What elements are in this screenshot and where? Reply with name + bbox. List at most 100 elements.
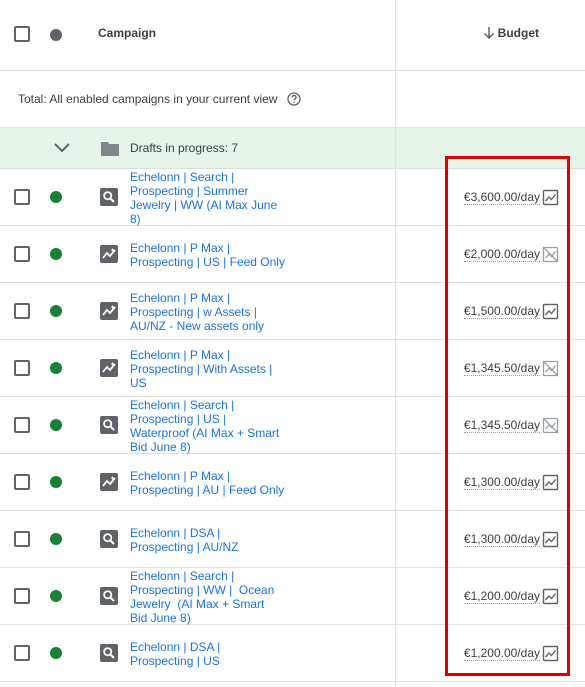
row-checkbox[interactable] [14, 474, 30, 490]
campaign-name-line: Prospecting | w Assets | [130, 305, 257, 319]
total-row: Total: All enabled campaigns in your cur… [0, 71, 585, 128]
pmax-icon [99, 301, 119, 321]
campaign-row: Echelonn | P Max | Prospecting | With Ass… [0, 340, 585, 397]
budget-value[interactable]: €1,345.50/day [463, 361, 540, 376]
campaign-name-link[interactable]: Echelonn | P Max | Prospecting | AU | Fee… [130, 469, 285, 497]
trend-chart-off-icon[interactable] [542, 417, 559, 434]
campaign-name-line: Echelonn | Search | [130, 170, 235, 184]
select-all-checkbox[interactable] [14, 26, 30, 42]
help-icon[interactable] [287, 92, 301, 106]
status-enabled-dot[interactable] [50, 476, 62, 488]
trend-chart-icon[interactable] [542, 474, 559, 491]
campaign-name-line: Prospecting | With Assets | [130, 362, 273, 376]
campaign-name-line: Prospecting | Summer [130, 184, 249, 198]
campaign-row: Echelonn | DSA | Prospecting | US €1,200.0… [0, 625, 585, 682]
campaign-name-link[interactable]: Echelonn | Search | Prospecting | Summer J… [130, 170, 285, 226]
campaign-name-line: Echelonn | P Max | [130, 348, 231, 362]
campaign-name-line: Jewelry | WW (AI Max June [130, 198, 278, 212]
campaign-row: Echelonn | Search | Prospecting | WW | Oc… [0, 568, 585, 625]
folder-icon [101, 142, 119, 156]
row-checkbox[interactable] [14, 189, 30, 205]
campaign-name-line: US [130, 376, 147, 390]
campaign-name-line: Prospecting | AU/NZ [130, 540, 239, 554]
campaign-name-link[interactable]: Echelonn | Search | Prospecting | WW | Oc… [130, 569, 285, 625]
search-icon [99, 415, 119, 435]
campaign-name-line: Echelonn | P Max | [130, 291, 231, 305]
campaign-row: Echelonn | Search | Prospecting | Summer J… [0, 169, 585, 226]
status-enabled-dot[interactable] [50, 590, 62, 602]
campaign-name-line: Bid June 8) [130, 611, 191, 625]
status-enabled-dot[interactable] [50, 419, 62, 431]
row-checkbox[interactable] [14, 303, 30, 319]
campaign-name-line: Prospecting | US [130, 654, 220, 668]
row-checkbox[interactable] [14, 417, 30, 433]
table-header: Campaign Budget [0, 0, 585, 71]
trend-chart-icon[interactable] [542, 189, 559, 206]
campaign-row: Echelonn | Search | Prospecting | US | Wat… [0, 397, 585, 454]
campaign-name-link[interactable]: Echelonn | P Max | Prospecting | w Assets… [130, 291, 285, 333]
campaign-name-line: Prospecting | US | [130, 412, 227, 426]
campaign-row: Echelonn | P Max | Prospecting | w Assets… [0, 283, 585, 340]
campaign-name-line: AU/NZ - New assets only [130, 319, 265, 333]
budget-value[interactable]: €1,200.00/day [463, 646, 540, 661]
budget-value[interactable]: €1,200.00/day [463, 589, 540, 604]
campaign-name-line: Echelonn | P Max | [130, 469, 231, 483]
trend-chart-off-icon[interactable] [542, 360, 559, 377]
budget-value[interactable]: €3,600.00/day [463, 190, 540, 205]
trend-chart-icon[interactable] [542, 645, 559, 662]
campaign-row: Echelonn | P Max | Prospecting | AU | Fee… [0, 454, 585, 511]
campaign-name-line: Prospecting | US | Feed Only [130, 255, 285, 269]
sort-descending-icon[interactable] [482, 26, 496, 40]
row-checkbox[interactable] [14, 531, 30, 547]
row-checkbox[interactable] [14, 645, 30, 661]
campaign-column-header[interactable]: Campaign [98, 26, 156, 40]
budget-value[interactable]: €1,300.00/day [463, 475, 540, 490]
campaign-name-line: Prospecting | WW | Ocean [130, 583, 275, 597]
campaign-name-link[interactable]: Echelonn | P Max | Prospecting | US | Fee… [130, 241, 285, 269]
status-enabled-dot[interactable] [50, 533, 62, 545]
campaign-name-link[interactable]: Echelonn | P Max | Prospecting | With Ass… [130, 348, 285, 390]
budget-value[interactable]: €1,345.50/day [463, 418, 540, 433]
status-enabled-dot[interactable] [50, 191, 62, 203]
campaign-name-line: Jewelry (AI Max + Smart [130, 597, 265, 611]
status-enabled-dot[interactable] [50, 647, 62, 659]
search-icon [99, 187, 119, 207]
total-row-label: Total: All enabled campaigns in your cur… [18, 92, 278, 106]
campaign-name-line: Echelonn | P Max | [130, 241, 231, 255]
pmax-icon [99, 244, 119, 264]
campaign-name-line: Echelonn | Search | [130, 569, 235, 583]
row-checkbox[interactable] [14, 360, 30, 376]
campaign-name-link[interactable]: Echelonn | Search | Prospecting | US | Wat… [130, 398, 285, 454]
campaign-row: Echelonn | DSA | Prospecting | AU/NZ €1,30… [0, 511, 585, 568]
campaign-name-line: Echelonn | Search | [130, 398, 235, 412]
pmax-icon [99, 358, 119, 378]
campaign-name-line: Echelonn | DSA | [130, 526, 221, 540]
status-enabled-dot[interactable] [50, 305, 62, 317]
campaign-name-line: Bid June 8) [130, 440, 191, 454]
status-enabled-dot[interactable] [50, 248, 62, 260]
trend-chart-off-icon[interactable] [542, 246, 559, 263]
status-column-header[interactable] [50, 29, 62, 41]
budget-value[interactable]: €1,500.00/day [463, 304, 540, 319]
search-icon [99, 586, 119, 606]
trend-chart-icon[interactable] [542, 531, 559, 548]
campaign-row: Echelonn | P Max | Prospecting | US | Fee… [0, 226, 585, 283]
campaign-name-line: Prospecting | AU | Feed Only [130, 483, 285, 497]
row-checkbox[interactable] [14, 588, 30, 604]
campaign-name-link[interactable]: Echelonn | DSA | Prospecting | US [130, 640, 285, 668]
trend-chart-icon[interactable] [542, 588, 559, 605]
campaign-name-line: Waterproof (AI Max + Smart [130, 426, 280, 440]
budget-value[interactable]: €2,000.00/day [463, 247, 540, 262]
campaign-name-link[interactable]: Echelonn | DSA | Prospecting | AU/NZ [130, 526, 285, 554]
budget-column-header[interactable]: Budget [498, 26, 539, 40]
campaign-name-line: Echelonn | DSA | [130, 640, 221, 654]
drafts-label: Drafts in progress: 7 [130, 141, 239, 155]
pmax-icon [99, 472, 119, 492]
search-icon [99, 529, 119, 549]
row-checkbox[interactable] [14, 246, 30, 262]
drafts-row[interactable]: Drafts in progress: 7 [0, 128, 585, 169]
chevron-down-icon[interactable] [53, 142, 71, 154]
status-enabled-dot[interactable] [50, 362, 62, 374]
trend-chart-icon[interactable] [542, 303, 559, 320]
budget-value[interactable]: €1,300.00/day [463, 532, 540, 547]
